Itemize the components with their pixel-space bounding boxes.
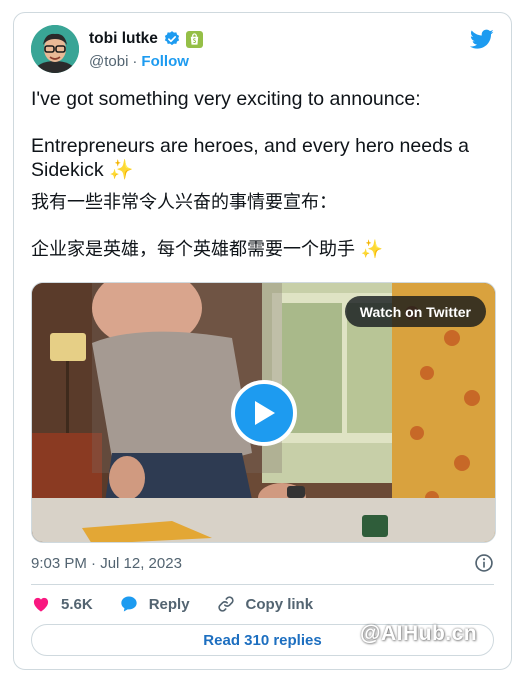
avatar-image <box>31 25 79 73</box>
follow-button[interactable]: Follow <box>141 53 189 70</box>
play-icon <box>255 401 275 425</box>
sparkles-icon: ✨ <box>109 159 134 181</box>
verified-badge-icon <box>164 31 180 46</box>
divider <box>31 584 494 585</box>
copy-link-label: Copy link <box>245 595 314 613</box>
tweet-card: tobi lutke @tobi · Follow I've got somet… <box>13 12 512 670</box>
like-button[interactable]: 5.6K <box>31 594 93 614</box>
watermark: @AIHub.cn <box>360 622 478 645</box>
copy-link-button[interactable]: Copy link <box>216 594 314 614</box>
author-avatar[interactable] <box>31 25 79 73</box>
info-icon[interactable] <box>474 553 494 573</box>
twitter-bird-icon[interactable] <box>470 27 494 51</box>
like-count: 5.6K <box>61 595 93 613</box>
tweet-text-line-3: Sidekick ✨ <box>31 158 501 182</box>
tweet-text-line-3-word: Sidekick <box>31 159 104 181</box>
tweet-text-line-5: 企业家是英雄，每个英雄都需要一个助手 ✨ <box>31 238 501 262</box>
reply-bubble-icon <box>121 596 137 612</box>
tweet-timestamp[interactable]: 9:03 PM · Jul 12, 2023 <box>31 555 182 572</box>
heart-icon <box>33 597 49 612</box>
tweet-text-line-1: I've got something very exciting to anno… <box>31 88 421 110</box>
author-handle[interactable]: @tobi <box>89 53 128 70</box>
shopify-affiliate-icon <box>185 30 203 48</box>
link-icon <box>217 596 234 612</box>
tweet-text-line-4: 我有一些非常令人兴奋的事情要宣布： <box>31 192 337 213</box>
play-button[interactable] <box>231 380 297 446</box>
tweet-text-line-2: Entrepreneurs are heroes, and every hero… <box>31 135 469 157</box>
sparkles-icon-2: ✨ <box>360 239 384 260</box>
tweet-text-line-5-phrase: 企业家是英雄，每个英雄都需要一个助手 <box>31 239 355 260</box>
author-name[interactable]: tobi lutke <box>89 30 158 48</box>
reply-button[interactable]: Reply <box>119 594 190 614</box>
handle-separator: · <box>132 53 138 70</box>
action-bar: 5.6K Reply Copy link <box>31 594 339 614</box>
reply-label: Reply <box>148 595 190 613</box>
watch-on-twitter-button[interactable]: Watch on Twitter <box>344 296 486 327</box>
video-player[interactable]: Watch on Twitter <box>31 282 496 543</box>
